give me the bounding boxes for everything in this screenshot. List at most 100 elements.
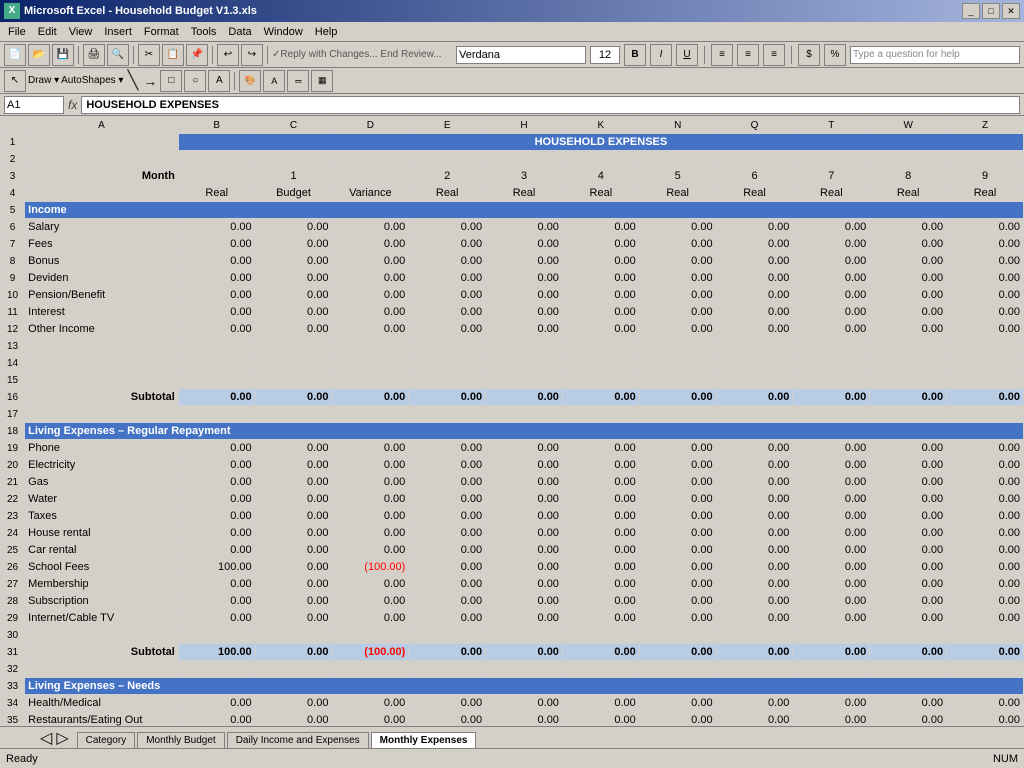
cell[interactable]	[332, 406, 409, 423]
cell[interactable]: 0.00	[793, 542, 870, 559]
cell[interactable]: 0.00	[947, 542, 1024, 559]
cell[interactable]: 0.00	[562, 559, 639, 576]
cell-month-9[interactable]: 9	[947, 168, 1024, 185]
cell[interactable]: 0.00	[562, 576, 639, 593]
cell[interactable]: 0.00	[255, 389, 332, 406]
col-header-b[interactable]: B	[178, 117, 255, 134]
cell[interactable]: 0.00	[178, 304, 255, 321]
cell[interactable]: 0.00	[793, 253, 870, 270]
cell[interactable]: 0.00	[332, 389, 409, 406]
cell[interactable]	[255, 661, 332, 678]
cell[interactable]: 0.00	[486, 236, 563, 253]
cell[interactable]: 0.00	[255, 457, 332, 474]
menu-file[interactable]: File	[2, 24, 32, 40]
cell[interactable]: 0.00	[870, 474, 947, 491]
cell[interactable]	[793, 355, 870, 372]
cell[interactable]: 0.00	[332, 542, 409, 559]
cell[interactable]	[486, 627, 563, 644]
cell[interactable]: 0.00	[409, 712, 486, 727]
save-button[interactable]: 💾	[52, 44, 74, 66]
menu-edit[interactable]: Edit	[32, 24, 63, 40]
draw-arrow-button[interactable]: ↖	[4, 70, 26, 92]
cell[interactable]: 0.00	[255, 491, 332, 508]
cell[interactable]: 0.00	[716, 236, 793, 253]
cell[interactable]: 0.00	[409, 440, 486, 457]
cell[interactable]: 0.00	[947, 508, 1024, 525]
italic-button[interactable]: I	[650, 44, 672, 66]
cell[interactable]	[947, 627, 1024, 644]
cell[interactable]: 0.00	[716, 440, 793, 457]
redo-button[interactable]: ↪	[241, 44, 263, 66]
cell[interactable]: 0.00	[793, 712, 870, 727]
cell[interactable]	[870, 661, 947, 678]
cell[interactable]: 0.00	[178, 219, 255, 236]
cell[interactable]: 0.00	[486, 610, 563, 627]
cell[interactable]: 0.00	[639, 525, 716, 542]
cell[interactable]: 0.00	[409, 559, 486, 576]
cell[interactable]: 0.00	[332, 253, 409, 270]
cell[interactable]	[639, 338, 716, 355]
cell[interactable]: 0.00	[947, 287, 1024, 304]
cell[interactable]	[793, 661, 870, 678]
cell[interactable]	[255, 355, 332, 372]
cell[interactable]: 0.00	[409, 474, 486, 491]
cell[interactable]	[562, 627, 639, 644]
cell[interactable]: 0.00	[870, 253, 947, 270]
cell[interactable]: 0.00	[562, 457, 639, 474]
cell[interactable]	[255, 151, 332, 168]
cell[interactable]: 0.00	[639, 491, 716, 508]
cell[interactable]: 0.00	[793, 644, 870, 661]
cell[interactable]: 0.00	[255, 440, 332, 457]
tab-monthly-budget[interactable]: Monthly Budget	[137, 732, 225, 748]
cell[interactable]: 0.00	[716, 253, 793, 270]
cell[interactable]: 0.00	[793, 593, 870, 610]
cell[interactable]	[178, 627, 255, 644]
align-right-button[interactable]: ≡	[763, 44, 785, 66]
cell[interactable]: (100.00)	[332, 644, 409, 661]
col-header-k[interactable]: K	[562, 117, 639, 134]
cell[interactable]: 0.00	[486, 525, 563, 542]
cell[interactable]: 0.00	[870, 219, 947, 236]
cell[interactable]: 0.00	[947, 253, 1024, 270]
cell[interactable]: 0.00	[870, 593, 947, 610]
cell[interactable]: 0.00	[870, 695, 947, 712]
cell[interactable]	[409, 372, 486, 389]
cell[interactable]: 0.00	[793, 695, 870, 712]
cell[interactable]	[332, 151, 409, 168]
col-header-c[interactable]: C	[255, 117, 332, 134]
textbox-tool[interactable]: A	[208, 70, 230, 92]
cell[interactable]: 0.00	[562, 508, 639, 525]
cell[interactable]: 0.00	[870, 712, 947, 727]
cell[interactable]: 0.00	[793, 525, 870, 542]
cell[interactable]: 0.00	[178, 508, 255, 525]
tab-nav-left[interactable]: ◁	[40, 728, 52, 748]
cell[interactable]	[716, 355, 793, 372]
cell[interactable]: 0.00	[486, 542, 563, 559]
cell[interactable]: 0.00	[639, 270, 716, 287]
cell[interactable]: 0.00	[562, 695, 639, 712]
cell[interactable]	[562, 406, 639, 423]
cell[interactable]	[486, 355, 563, 372]
cell[interactable]: 0.00	[793, 219, 870, 236]
col-header-q[interactable]: Q	[716, 117, 793, 134]
cell[interactable]: 0.00	[793, 474, 870, 491]
cell[interactable]: 0.00	[639, 236, 716, 253]
cell[interactable]	[332, 355, 409, 372]
cell[interactable]: 0.00	[562, 304, 639, 321]
cell[interactable]: 0.00	[332, 440, 409, 457]
cell[interactable]: 0.00	[947, 236, 1024, 253]
cell[interactable]: 0.00	[870, 304, 947, 321]
cell[interactable]	[562, 661, 639, 678]
formula-input[interactable]: HOUSEHOLD EXPENSES	[81, 96, 1020, 114]
cell[interactable]: 0.00	[870, 644, 947, 661]
cell[interactable]: 0.00	[562, 491, 639, 508]
cell[interactable]: 0.00	[409, 644, 486, 661]
cell[interactable]: 0.00	[178, 440, 255, 457]
cell[interactable]	[486, 338, 563, 355]
tab-category[interactable]: Category	[77, 732, 136, 748]
cell[interactable]: 0.00	[255, 287, 332, 304]
cell-month-2[interactable]: 2	[409, 168, 486, 185]
cell[interactable]: 0.00	[716, 304, 793, 321]
cell[interactable]: 0.00	[255, 270, 332, 287]
cell[interactable]: 0.00	[947, 474, 1024, 491]
